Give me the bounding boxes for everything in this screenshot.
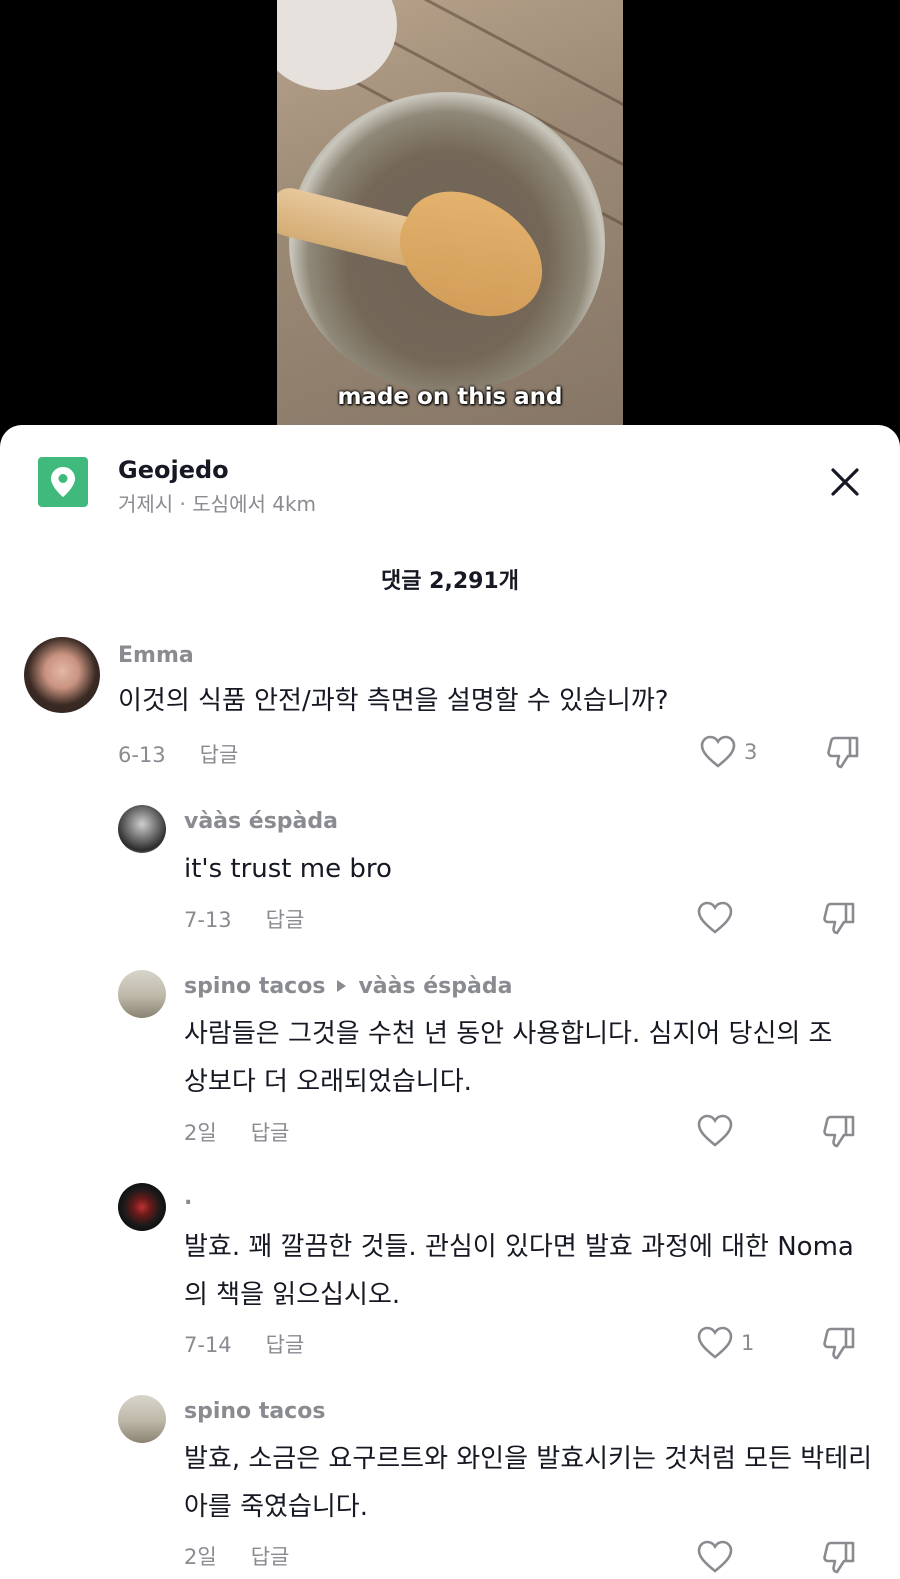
reply-button[interactable]: 답글 [251,1121,290,1145]
like-button[interactable]: 1 [697,1326,754,1360]
comment-date: 6-13 [118,743,166,767]
cloth-image [277,0,397,90]
comment-username[interactable]: spino tacos [184,1399,325,1424]
like-count: 3 [744,740,758,764]
location-header[interactable]: Geojedo 거제시 · 도심에서 4km [38,456,317,519]
dislike-icon[interactable] [826,735,860,775]
reply-arrow-icon [337,980,347,992]
comment-username-text: spino tacos [184,974,326,999]
avatar[interactable] [118,1183,166,1231]
location-title: Geojedo [118,456,229,484]
comments-count: 댓글 2,291개 [381,569,519,594]
dislike-icon[interactable] [822,901,856,941]
like-button[interactable] [697,901,741,935]
avatar[interactable] [118,1395,166,1443]
like-button[interactable] [697,1540,741,1574]
video-player[interactable]: made on this and [0,0,900,440]
comment-text: 발효, 소금은 요구르트와 와인을 발효시키는 것처럼 모든 박테리아를 죽였습… [184,1444,873,1522]
close-icon[interactable] [828,465,862,499]
avatar[interactable] [24,637,100,713]
reply-button[interactable]: 답글 [251,1545,290,1569]
comments-sheet: Geojedo 거제시 · 도심에서 4km 댓글 2,291개 Emma 이것… [0,425,900,1579]
comment-text: 이것의 식품 안전/과학 측면을 설명할 수 있습니까? [118,686,669,716]
heart-icon [697,1326,733,1359]
reply-button[interactable]: 답글 [266,908,305,932]
comment-text: 사람들은 그것을 수천 년 동안 사용합니다. 심지어 당신의 조상보다 더 오… [184,1019,833,1097]
comment-username[interactable]: spino tacos vààs éspàda [184,974,512,999]
reply-button[interactable]: 답글 [266,1333,305,1357]
comment-text: it's trust me bro [184,854,392,884]
location-subtitle: 거제시 · 도심에서 4km [118,492,317,516]
avatar[interactable] [118,805,166,853]
comment-username[interactable]: Emma [118,643,194,668]
reply-button[interactable]: 답글 [200,743,239,767]
video-caption: made on this and [337,384,563,410]
comment-date: 2일 [184,1545,217,1569]
heart-icon [700,735,736,768]
comment-text: 발효. 꽤 깔끔한 것들. 관심이 있다면 발효 과정에 대한 Noma의 책을… [184,1232,854,1310]
like-count: 1 [741,1331,755,1355]
heart-icon [697,1114,733,1147]
comment-date: 7-13 [184,908,232,932]
dislike-icon[interactable] [822,1114,856,1154]
video-frame [277,0,623,440]
heart-icon [697,1540,733,1573]
dislike-icon[interactable] [822,1326,856,1366]
comment-date: 7-14 [184,1333,232,1357]
comment-date: 2일 [184,1121,217,1145]
reply-to-username[interactable]: vààs éspàda [358,974,512,999]
location-pin-icon [38,457,88,507]
comment-username[interactable]: vààs éspàda [184,809,338,834]
like-button[interactable] [697,1114,741,1148]
avatar[interactable] [118,970,166,1018]
like-button[interactable]: 3 [700,735,757,769]
comment-username[interactable]: . [184,1185,192,1210]
heart-icon [697,901,733,934]
dislike-icon[interactable] [822,1540,856,1579]
